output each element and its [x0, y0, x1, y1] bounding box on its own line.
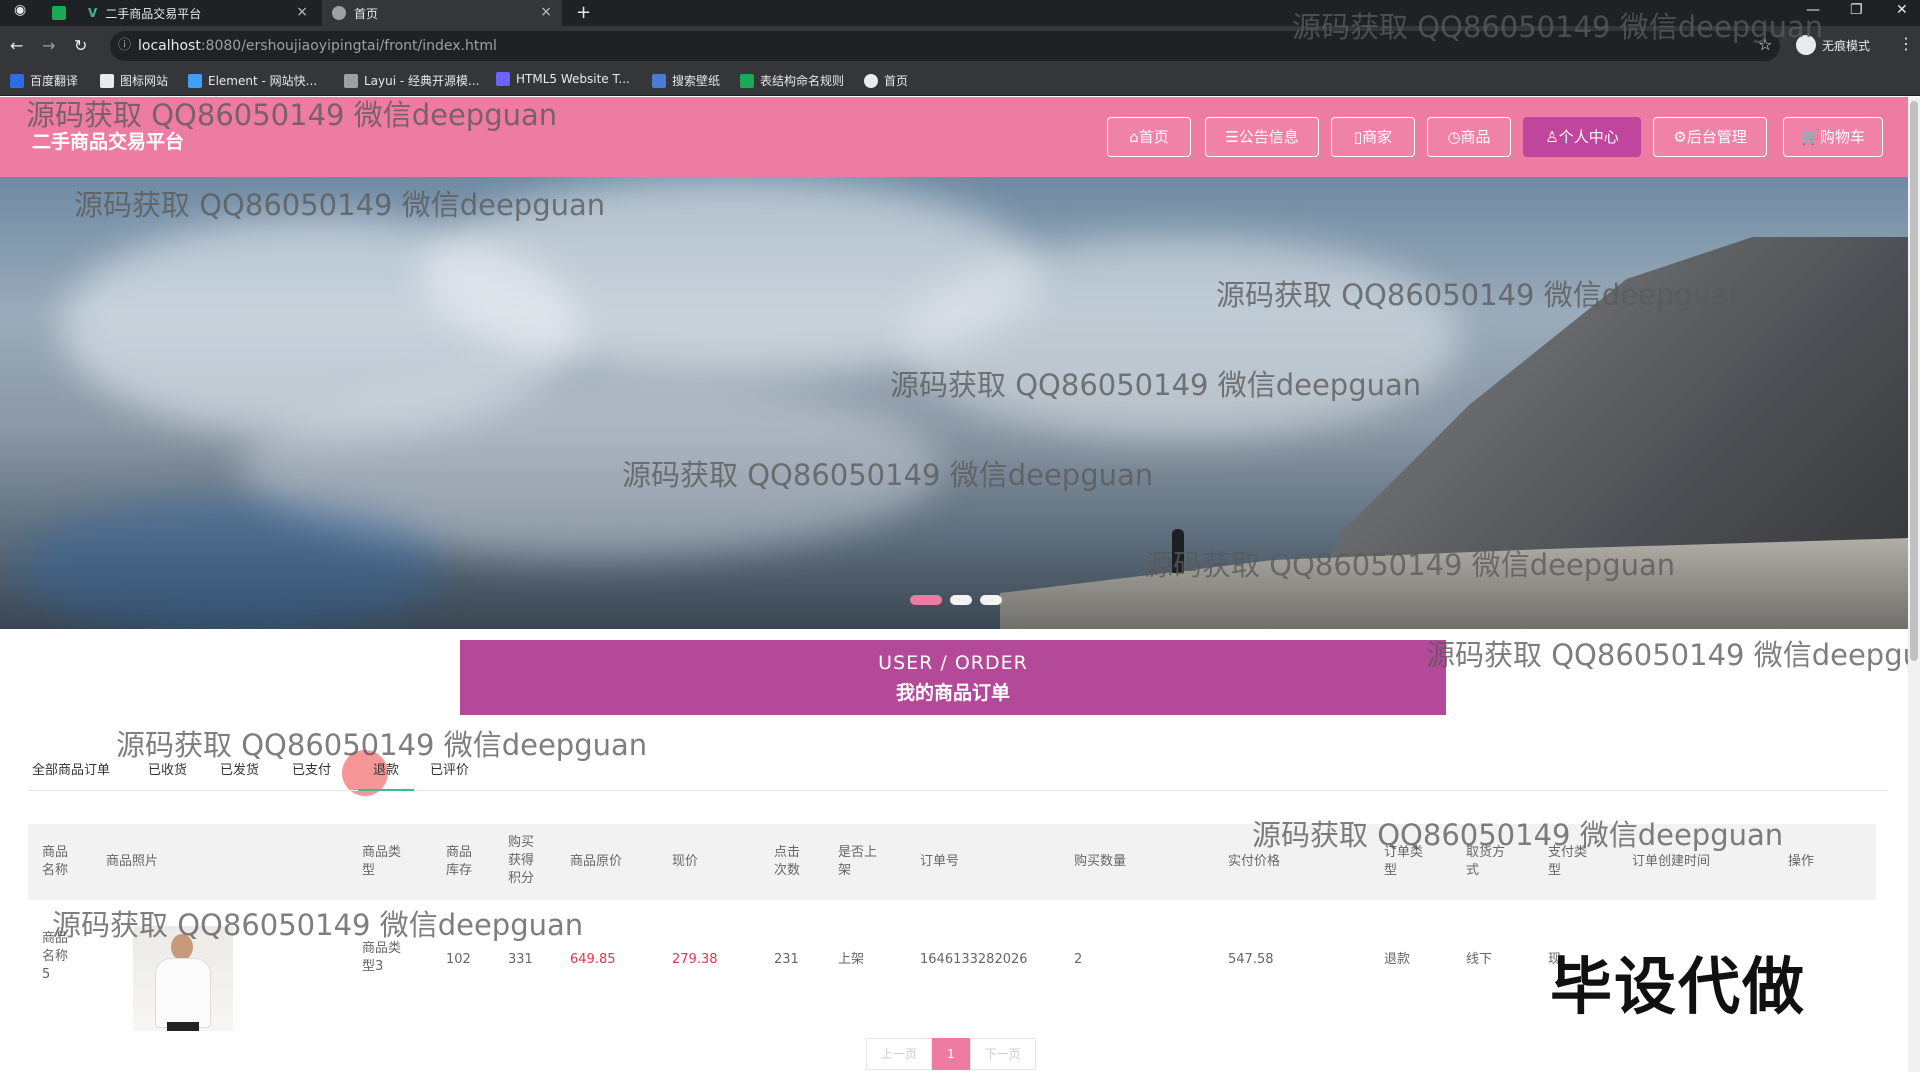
reload-icon[interactable]: ↻	[74, 36, 87, 55]
section-title: USER / ORDER 我的商品订单	[460, 640, 1446, 715]
app-icon	[52, 6, 66, 20]
col-on-shelf: 是否上 架	[838, 845, 878, 878]
bookmark-item[interactable]: 首页	[864, 72, 908, 89]
col-original-price: 商品原价	[570, 854, 623, 869]
browser-tab-2[interactable]: 首页 ×	[322, 0, 562, 26]
col-order-no: 订单号	[920, 854, 960, 869]
forward-icon[interactable]: →	[42, 36, 55, 55]
watermark: 源码获取 QQ86050149 微信deepguan	[26, 98, 558, 132]
nav-merchant-button[interactable]: ▯商家	[1331, 117, 1415, 157]
cell-pickup: 线下	[1466, 952, 1493, 967]
new-tab-button[interactable]: +	[576, 2, 591, 23]
cell-stock: 102	[446, 952, 471, 967]
url-host: localhost	[138, 38, 201, 54]
bookmark-item[interactable]: 表结构命名规则	[740, 72, 844, 89]
page-1-button[interactable]: 1	[932, 1038, 970, 1070]
nav-notice-button[interactable]: ☰公告信息	[1205, 117, 1319, 157]
next-page-button[interactable]: 下一页	[969, 1038, 1036, 1070]
cell-points: 331	[508, 952, 533, 967]
stamp-text: 毕设代做	[1550, 950, 1807, 1023]
cell-paid: 547.58	[1228, 952, 1274, 967]
cell-order-type: 退款	[1384, 952, 1411, 967]
prev-page-button[interactable]: 上一页	[866, 1038, 933, 1070]
tab-title: 首页	[354, 6, 379, 21]
chrome-icon: ◉	[14, 2, 27, 18]
back-icon[interactable]: ←	[10, 36, 23, 55]
cell-order-no: 1646133282026	[920, 952, 1028, 967]
cell-quantity: 2	[1074, 952, 1083, 967]
watermark: 源码获取 QQ86050149 微信deepguan	[1216, 278, 1748, 312]
bookmark-item[interactable]: Element - 网站快...	[188, 72, 317, 89]
tab-all-orders[interactable]: 全部商品订单	[32, 759, 110, 791]
page-scrollbar[interactable]	[1908, 97, 1920, 1072]
close-icon[interactable]: ×	[540, 4, 552, 20]
col-actions: 操作	[1788, 854, 1815, 869]
carousel-dot[interactable]	[980, 595, 1002, 605]
watermark: 源码获取 QQ86050149 微信deepguan	[622, 458, 1154, 492]
col-created-time: 订单创建时间	[1632, 854, 1711, 869]
nav-home-button[interactable]: ⌂首页	[1107, 117, 1191, 157]
bookmark-item[interactable]: 搜索壁纸	[652, 72, 720, 89]
watermark: 源码获取 QQ86050149 微信deepguan	[116, 728, 648, 762]
nav-cart-button[interactable]: 🛒购物车	[1783, 117, 1883, 157]
carousel-dot[interactable]	[950, 595, 972, 605]
col-name: 商品 名称	[42, 845, 69, 878]
section-title-en: USER / ORDER	[878, 652, 1028, 674]
pagination: 上一页 1 下一页	[866, 1038, 1036, 1070]
vue-icon: V	[88, 6, 98, 20]
info-icon: ⓘ	[118, 38, 132, 53]
watermark: 源码获取 QQ86050149 微信deepguan	[1144, 548, 1676, 582]
browser-menu-icon[interactable]: ⋮	[1898, 34, 1914, 53]
nav-user-center-button[interactable]: ♙个人中心	[1523, 117, 1641, 157]
col-points: 购买 获得 积分	[508, 835, 535, 886]
restore-icon[interactable]: ❐	[1850, 2, 1863, 18]
bookmark-item[interactable]: Layui - 经典开源模...	[344, 72, 479, 89]
scrollbar-thumb[interactable]	[1910, 101, 1918, 661]
window-close-icon[interactable]: ✕	[1896, 2, 1908, 18]
carousel-indicators	[910, 595, 1002, 605]
watermark: 源码获取 QQ86050149 微信deepguan	[890, 368, 1422, 402]
col-quantity: 购买数量	[1074, 854, 1127, 869]
bookmark-item[interactable]: 百度翻译	[10, 72, 78, 89]
section-title-cn: 我的商品订单	[895, 682, 1010, 704]
col-paid: 实付价格	[1228, 854, 1281, 869]
profile-label: 无痕模式	[1822, 38, 1871, 53]
bookmark-item[interactable]: HTML5 Website T...	[496, 72, 630, 86]
carousel-dot[interactable]	[910, 595, 942, 605]
cell-on-shelf: 上架	[838, 952, 865, 967]
nav-admin-button[interactable]: ⚙后台管理	[1653, 117, 1767, 157]
watermark: 源码获取 QQ86050149 微信deepguan	[74, 188, 606, 222]
browser-tab-1[interactable]: V 二手商品交易平台 ×	[78, 0, 318, 26]
bookmark-item[interactable]: 图标网站	[100, 72, 168, 89]
col-photo: 商品照片	[106, 854, 159, 869]
cell-clicks: 231	[774, 952, 799, 967]
col-stock: 商品 库存	[446, 845, 473, 878]
url-path: :8080/ershoujiaoyipingtai/front/index.ht…	[200, 38, 497, 54]
nav-goods-button[interactable]: ◷商品	[1427, 117, 1511, 157]
col-type: 商品类 型	[362, 845, 402, 878]
col-clicks: 点击 次数	[774, 845, 801, 878]
watermark: 源码获取 QQ86050149 微信deepguan	[1252, 818, 1784, 852]
close-icon[interactable]: ×	[296, 4, 308, 20]
cell-original-price: 649.85	[570, 952, 616, 967]
cell-type: 商品类 型3	[362, 941, 402, 974]
watermark: 源码获取 QQ86050149 微信deepguan	[1292, 10, 1824, 44]
col-price: 现价	[672, 854, 699, 869]
watermark: 源码获取 QQ86050149 微信deepguan	[1426, 638, 1920, 672]
tab-title: 二手商品交易平台	[105, 6, 202, 21]
watermark: 源码获取 QQ86050149 微信deepguan	[52, 908, 584, 942]
cell-price: 279.38	[672, 952, 718, 967]
globe-icon	[332, 6, 346, 20]
